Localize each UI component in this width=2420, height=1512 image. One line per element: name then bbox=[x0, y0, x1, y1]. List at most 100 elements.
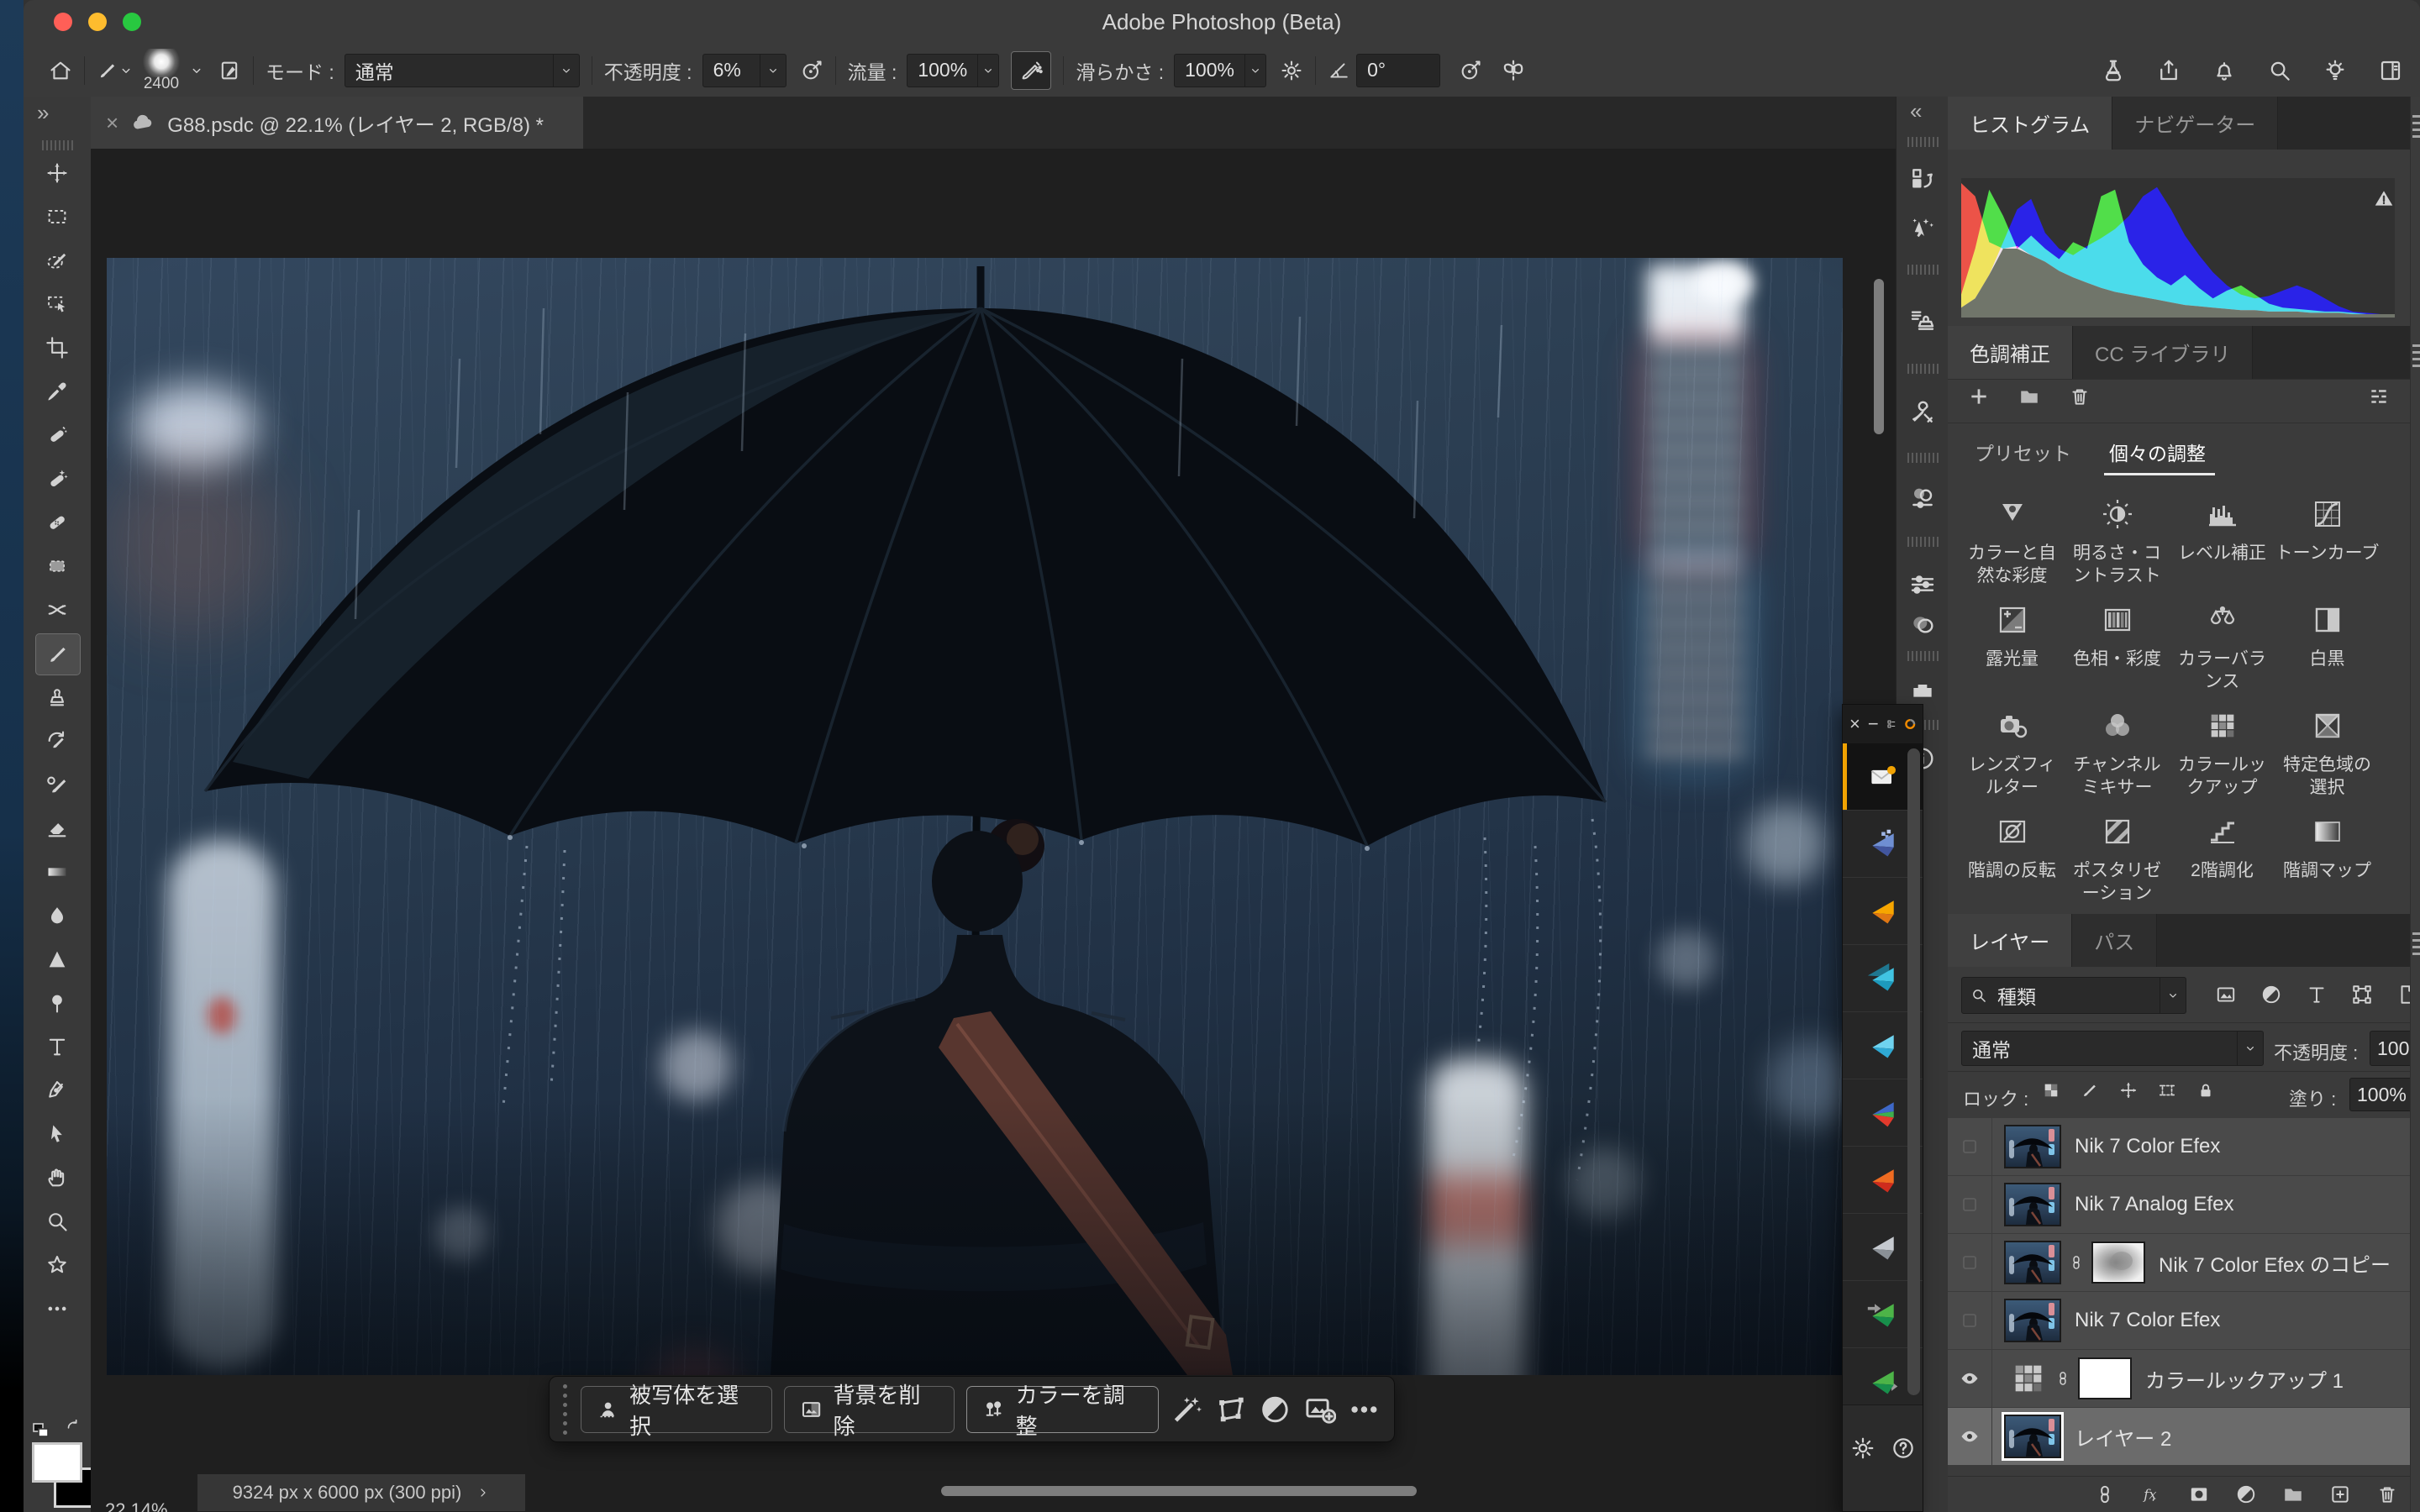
hand-tool[interactable] bbox=[35, 1158, 79, 1198]
brush-tool[interactable] bbox=[35, 633, 81, 675]
pen-tool[interactable] bbox=[35, 1070, 79, 1110]
discover-icon[interactable] bbox=[2323, 58, 2348, 83]
gradient-tool[interactable] bbox=[35, 852, 79, 892]
notifications-icon[interactable] bbox=[2212, 58, 2237, 83]
visibility-toggle[interactable] bbox=[1948, 1176, 1992, 1233]
minimize-icon[interactable]: − bbox=[1868, 715, 1879, 733]
adjustment-layer-icon[interactable] bbox=[2009, 1359, 2048, 1398]
layer-row[interactable]: Nik 7 Analog Efex bbox=[1948, 1176, 2410, 1234]
tab-layers[interactable]: レイヤー bbox=[1948, 914, 2072, 967]
lock-pixels-icon[interactable] bbox=[2081, 1081, 2099, 1100]
new-group-icon[interactable] bbox=[2282, 1483, 2304, 1505]
marquee-tool[interactable] bbox=[35, 197, 79, 237]
foreground-color-swatch[interactable] bbox=[32, 1442, 82, 1483]
adjustment-item[interactable]: 明るさ・コントラスト bbox=[2065, 497, 2170, 587]
chevron-down-icon[interactable] bbox=[189, 63, 204, 78]
selection-brush-tool[interactable] bbox=[35, 240, 79, 281]
flow-input[interactable]: 100% bbox=[907, 54, 999, 87]
layer-row[interactable]: Nik 7 Color Efex のコピー bbox=[1948, 1234, 2410, 1292]
generative-fill-icon[interactable] bbox=[1171, 1393, 1203, 1426]
beta-feedback-icon[interactable] bbox=[2101, 58, 2126, 83]
transform-icon[interactable] bbox=[1215, 1393, 1248, 1426]
visibility-toggle[interactable] bbox=[1948, 1408, 1992, 1465]
pressure-opacity-icon[interactable] bbox=[800, 59, 823, 82]
toggle-brush-settings-icon[interactable] bbox=[218, 59, 241, 82]
add-image-icon[interactable] bbox=[1303, 1393, 1336, 1426]
mask-link-icon[interactable] bbox=[2068, 1254, 2085, 1271]
sharpen-tool[interactable] bbox=[35, 939, 79, 979]
spot-healing-tool[interactable] bbox=[35, 415, 79, 455]
remove-tool[interactable] bbox=[35, 459, 79, 499]
adjustment-item[interactable]: トーンカーブ bbox=[2275, 497, 2380, 564]
visibility-toggle[interactable] bbox=[1948, 1292, 1992, 1349]
layer-thumbnail[interactable] bbox=[2004, 1241, 2061, 1284]
chevron-down-icon[interactable] bbox=[118, 63, 134, 78]
adjustment-item[interactable]: ポスタリゼーション bbox=[2065, 815, 2170, 905]
patterns-panel-icon[interactable] bbox=[1909, 678, 1936, 705]
brush-preset-icon[interactable] bbox=[97, 60, 118, 81]
healing-brush-tool[interactable] bbox=[35, 502, 79, 543]
close-tab-icon[interactable]: × bbox=[106, 110, 118, 136]
document-size-status[interactable]: 9324 px x 6000 px (300 ppi) bbox=[197, 1474, 525, 1511]
lock-position-icon[interactable] bbox=[2119, 1081, 2138, 1100]
layer-mask-thumbnail[interactable] bbox=[2091, 1242, 2145, 1284]
horizontal-scrollbar[interactable] bbox=[941, 1486, 1417, 1496]
new-adjustment-icon[interactable] bbox=[2235, 1483, 2257, 1505]
document-tab[interactable]: × G88.psdc @ 22.1% (レイヤー 2, RGB/8) * bbox=[91, 97, 583, 149]
subtab-presets[interactable]: プリセット bbox=[1975, 438, 2071, 466]
lock-artboard-icon[interactable] bbox=[2158, 1081, 2176, 1100]
adjustment-item[interactable]: 階調の反転 bbox=[1960, 815, 2065, 882]
mixer-brush-tool[interactable] bbox=[35, 764, 79, 805]
layer-row[interactable]: カラールックアップ 1 bbox=[1948, 1350, 2410, 1408]
help-icon[interactable] bbox=[1891, 1436, 1916, 1461]
layer-name[interactable]: Nik 7 Analog Efex bbox=[2075, 1193, 2233, 1216]
adjustment-item[interactable]: 階調マップ bbox=[2275, 815, 2380, 882]
tool-presets-panel-icon[interactable] bbox=[1909, 399, 1936, 426]
eyedropper-tool[interactable] bbox=[35, 371, 79, 412]
adjustment-item[interactable]: カラーと自然な彩度 bbox=[1960, 497, 2065, 587]
object-selection-tool[interactable] bbox=[35, 284, 79, 324]
path-select-tool[interactable] bbox=[35, 1114, 79, 1154]
nik-collection-panel[interactable]: × − bbox=[1842, 704, 1923, 1512]
layer-filter-select[interactable]: 種類 bbox=[1961, 977, 2186, 1014]
tab-cc-libraries[interactable]: CC ライブラリ bbox=[2073, 326, 2253, 379]
mask-link-icon[interactable] bbox=[2054, 1370, 2071, 1387]
close-icon[interactable]: × bbox=[1849, 715, 1860, 733]
select-subject-button[interactable]: 被写体を選択 bbox=[581, 1386, 772, 1433]
paint-symmetry-icon[interactable] bbox=[1501, 58, 1526, 83]
learn-panel-icon[interactable] bbox=[1909, 214, 1936, 241]
remove-background-button[interactable]: 背景を削除 bbox=[784, 1386, 955, 1433]
default-colors-icon[interactable] bbox=[30, 1420, 50, 1441]
tools-grip[interactable] bbox=[39, 140, 76, 150]
brush-angle-input[interactable]: 0° bbox=[1356, 54, 1440, 87]
filter-pixel-layers-icon[interactable] bbox=[2215, 984, 2237, 1005]
layer-blend-mode-select[interactable]: 通常 bbox=[1961, 1031, 2264, 1066]
filter-adjustment-layers-icon[interactable] bbox=[2260, 984, 2282, 1005]
smoothing-input[interactable]: 100% bbox=[1174, 54, 1266, 87]
add-adjustment-icon[interactable] bbox=[1968, 386, 1990, 407]
delete-icon[interactable] bbox=[2069, 386, 2091, 407]
layer-style-icon[interactable]: fx bbox=[2141, 1483, 2163, 1505]
airbrush-toggle[interactable] bbox=[1011, 51, 1051, 90]
adjustment-item[interactable]: 特定色域の選択 bbox=[2275, 709, 2380, 799]
gear-icon[interactable] bbox=[1280, 59, 1303, 82]
nik-panel-titlebar[interactable]: × − bbox=[1843, 705, 1923, 743]
adjustment-item[interactable]: 白黒 bbox=[2275, 603, 2380, 670]
move-tool[interactable] bbox=[35, 153, 79, 193]
adjustment-item[interactable]: 色相・彩度 bbox=[2065, 603, 2170, 670]
home-icon[interactable] bbox=[49, 59, 72, 82]
contextual-taskbar[interactable]: 被写体を選択 背景を削除 カラーを調整 bbox=[549, 1376, 1395, 1442]
pressure-size-icon[interactable] bbox=[1459, 59, 1482, 82]
layer-opacity-input[interactable]: 100% bbox=[2370, 1031, 2410, 1066]
adjustment-item[interactable]: レベル補正 bbox=[2170, 497, 2275, 564]
tab-histogram[interactable]: ヒストグラム bbox=[1948, 97, 2112, 150]
search-icon[interactable] bbox=[2267, 58, 2292, 83]
layer-name[interactable]: Nik 7 Color Efex のコピー bbox=[2159, 1248, 2391, 1278]
adjustment-item[interactable]: レンズフィルター bbox=[1960, 709, 2065, 799]
subtab-single-adjustments[interactable]: 個々の調整 bbox=[2109, 438, 2206, 466]
settings-icon[interactable] bbox=[1886, 717, 1897, 732]
clone-source-panel-icon[interactable] bbox=[1909, 307, 1936, 333]
tab-navigator[interactable]: ナビゲーター bbox=[2112, 97, 2278, 150]
brush-tip-thumbnail[interactable] bbox=[142, 49, 181, 77]
history-panel-icon[interactable] bbox=[1909, 165, 1936, 192]
